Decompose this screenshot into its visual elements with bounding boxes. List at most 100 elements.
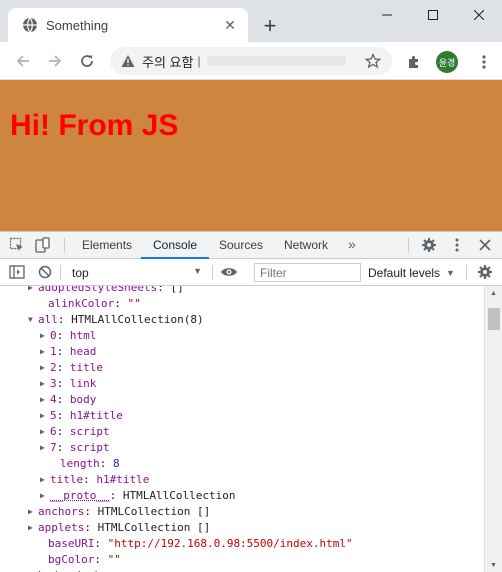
property-key: 3 — [50, 377, 57, 390]
property-separator: : — [57, 409, 70, 422]
window-close-button[interactable] — [456, 0, 502, 30]
globe-icon — [22, 17, 38, 33]
collapsed-triangle-icon[interactable]: ▶ — [28, 568, 38, 572]
collapsed-triangle-icon[interactable]: ▶ — [40, 472, 50, 488]
console-property-row[interactable]: ▶body: body — [28, 568, 104, 572]
profile-avatar[interactable]: 윤경 — [436, 51, 458, 73]
property-key: title — [50, 473, 83, 486]
console-property-row[interactable]: ▶ adoptedStyleSheets: [] — [28, 286, 184, 296]
collapsed-triangle-icon[interactable]: ▶ — [40, 344, 50, 360]
console-property-row[interactable]: ▶ __proto__: HTMLAllCollection — [40, 488, 235, 504]
tab-sources[interactable]: Sources — [217, 232, 265, 258]
page-viewport: Hi! From JS — [0, 80, 502, 231]
console-property-row[interactable]: ▶ 7: script — [40, 440, 110, 456]
console-property-row[interactable]: ▶ 0: html — [40, 328, 96, 344]
settings-gear-icon[interactable] — [420, 236, 438, 254]
context-selector[interactable]: top ▼ — [66, 263, 206, 282]
property-separator: : — [57, 441, 70, 454]
console-property-row[interactable]: ▶ anchors: HTMLCollection [] — [28, 504, 210, 520]
collapsed-triangle-icon[interactable]: ▶ — [40, 328, 50, 344]
collapsed-triangle-icon[interactable]: ▶ — [40, 488, 50, 504]
property-value: html — [70, 329, 97, 342]
property-separator: : — [100, 457, 113, 470]
console-output[interactable]: ▶ adoptedStyleSheets: [] alinkColor: "" ▼ al… — [0, 286, 484, 572]
arrow-left-icon — [15, 53, 31, 69]
device-toolbar-icon[interactable] — [34, 236, 52, 254]
console-property-row[interactable]: ▶ 5: h1#title — [40, 408, 123, 424]
console-property-row[interactable]: ▶ title: h1#title — [40, 472, 149, 488]
clear-console-icon[interactable] — [36, 263, 54, 281]
property-key: 4 — [50, 393, 57, 406]
inspect-element-icon[interactable] — [8, 236, 26, 254]
new-tab-button[interactable]: + — [258, 14, 282, 38]
devtools-panel: Elements Console Sources Network » top ▼ — [0, 231, 502, 572]
console-property-row[interactable]: ▶ applets: HTMLCollection [] — [28, 520, 210, 536]
live-expression-eye-icon[interactable] — [220, 263, 238, 281]
property-separator: : — [57, 377, 70, 390]
console-property-row: length: 8 — [60, 456, 120, 472]
property-value: HTMLAllCollection — [123, 489, 236, 502]
tab-title: Something — [46, 18, 222, 33]
scroll-down-arrow-icon[interactable]: ▼ — [490, 562, 497, 569]
console-property-row[interactable]: ▶ 1: head — [40, 344, 96, 360]
console-property-row[interactable]: ▼ all: HTMLAllCollection(8) — [28, 312, 204, 328]
collapsed-triangle-icon[interactable]: ▶ — [40, 424, 50, 440]
collapsed-triangle-icon[interactable]: ▶ — [40, 360, 50, 376]
property-key: __proto__ — [50, 489, 110, 502]
console-filter-input[interactable] — [254, 263, 361, 282]
collapsed-triangle-icon[interactable]: ▶ — [40, 440, 50, 456]
console-sidebar-icon[interactable] — [8, 263, 26, 281]
more-tabs-button[interactable]: » — [348, 236, 356, 252]
property-separator: : — [84, 521, 97, 534]
tab-close-icon[interactable]: ✕ — [222, 17, 238, 33]
menu-kebab-icon[interactable] — [474, 51, 494, 73]
property-key: applets — [38, 521, 84, 534]
address-bar[interactable]: 주의 요함 | — [110, 47, 392, 75]
minimize-button[interactable] — [364, 0, 410, 30]
extensions-puzzle-icon[interactable] — [404, 52, 424, 72]
collapsed-triangle-icon[interactable]: ▶ — [28, 520, 38, 536]
browser-tab[interactable]: Something ✕ — [8, 8, 248, 42]
forward-button[interactable] — [42, 48, 68, 74]
reload-button[interactable] — [74, 48, 100, 74]
devtools-close-icon[interactable] — [476, 236, 494, 254]
collapsed-triangle-icon[interactable]: ▶ — [40, 408, 50, 424]
tab-console[interactable]: Console — [151, 232, 199, 258]
property-key: bgColor — [48, 553, 94, 566]
console-property-row[interactable]: ▶ 4: body — [40, 392, 96, 408]
tab-elements[interactable]: Elements — [80, 232, 134, 258]
scroll-thumb[interactable] — [488, 308, 500, 330]
context-value: top — [72, 266, 89, 280]
console-property-row[interactable]: ▶ 3: link — [40, 376, 96, 392]
collapsed-triangle-icon[interactable]: ▶ — [28, 504, 38, 520]
devtools-menu-kebab-icon[interactable] — [448, 236, 466, 254]
collapsed-triangle-icon[interactable]: ▶ — [40, 392, 50, 408]
console-property-row[interactable]: ▶ 6: script — [40, 424, 110, 440]
browser-toolbar: 주의 요함 | 윤경 — [0, 42, 502, 80]
console-property-row: baseURI: "http://192.168.0.98:5500/index… — [48, 536, 353, 552]
property-key: anchors — [38, 505, 84, 518]
toolbar-divider — [60, 265, 61, 280]
console-property-row[interactable]: ▶ 2: title — [40, 360, 103, 376]
console-scrollbar[interactable]: ▲ ▼ — [484, 286, 502, 572]
log-levels-dropdown[interactable]: Default levels ▼ — [368, 263, 455, 282]
collapsed-triangle-icon[interactable]: ▶ — [40, 376, 50, 392]
back-button[interactable] — [10, 48, 36, 74]
scroll-up-arrow-icon[interactable]: ▲ — [490, 290, 497, 297]
expanded-triangle-icon[interactable]: ▼ — [28, 312, 38, 328]
console-property-row: alinkColor: "" — [48, 296, 141, 312]
property-value: title — [70, 361, 103, 374]
property-key: length — [60, 457, 100, 470]
property-separator: : — [157, 286, 170, 294]
maximize-button[interactable] — [410, 0, 456, 30]
property-value: head — [70, 345, 97, 358]
property-key: 7 — [50, 441, 57, 454]
console-settings-gear-icon[interactable] — [476, 263, 494, 281]
tab-network[interactable]: Network — [282, 232, 330, 258]
collapsed-triangle-icon[interactable]: ▶ — [28, 286, 38, 296]
devtools-tabbar: Elements Console Sources Network » — [0, 232, 502, 259]
star-icon[interactable] — [364, 52, 382, 70]
warning-icon[interactable] — [120, 53, 136, 69]
toolbar-divider — [408, 238, 409, 253]
property-value: h1#title — [70, 409, 123, 422]
